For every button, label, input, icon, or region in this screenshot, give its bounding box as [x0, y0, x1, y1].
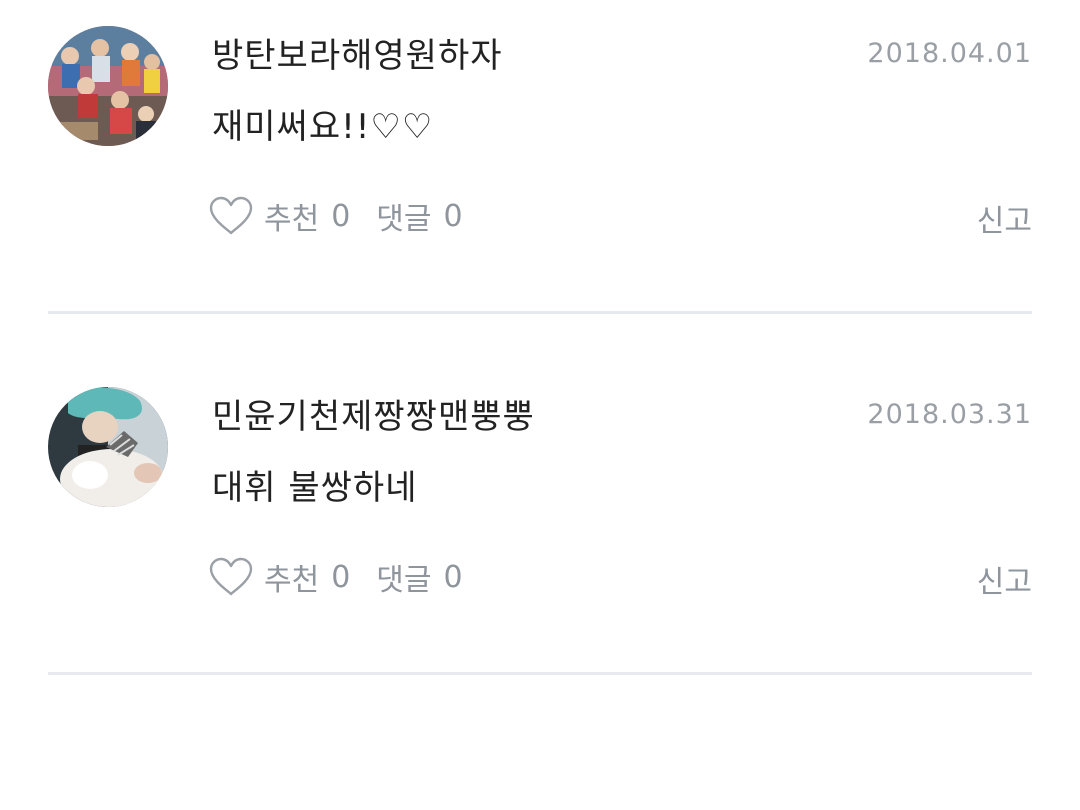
- report-button[interactable]: 신고: [977, 196, 1032, 240]
- comment-item: 민윤기천제짱짱맨뿡뿡 2018.03.31 대휘 불쌍하네 추천 0 댓글 0 …: [48, 361, 1032, 722]
- comment-item: 방탄보라해영원하자 2018.04.01 재미써요!!♡♡ 추천 0 댓글 0 …: [48, 0, 1032, 361]
- comment-author[interactable]: 방탄보라해영원하자: [212, 36, 503, 76]
- like-button[interactable]: 추천 0: [208, 194, 350, 238]
- divider: [48, 672, 1032, 675]
- comment-actions: 추천 0 댓글 0: [208, 192, 463, 240]
- reply-button[interactable]: 댓글 0: [376, 194, 462, 238]
- comment-actions: 추천 0 댓글 0: [208, 553, 463, 601]
- heart-outline-icon: [208, 556, 254, 598]
- like-count: 0: [331, 559, 351, 595]
- like-count: 0: [331, 198, 351, 234]
- heart-outline-icon: [208, 195, 254, 237]
- comment-text: 재미써요!!♡♡: [212, 107, 434, 147]
- comment-date: 2018.04.01: [867, 38, 1032, 69]
- reply-count: 0: [443, 559, 463, 595]
- profile-photo-avatar-image: [48, 387, 168, 507]
- reply-count: 0: [443, 198, 463, 234]
- like-button[interactable]: 추천 0: [208, 555, 350, 599]
- report-button[interactable]: 신고: [977, 557, 1032, 601]
- comment-author[interactable]: 민윤기천제짱짱맨뿡뿡: [212, 397, 535, 437]
- like-label: 추천: [264, 202, 320, 237]
- avatar[interactable]: [48, 26, 168, 146]
- comment-date: 2018.03.31: [867, 399, 1032, 430]
- reply-button[interactable]: 댓글 0: [376, 555, 462, 599]
- reply-label: 댓글: [376, 563, 432, 598]
- divider: [48, 311, 1032, 314]
- comment-text: 대휘 불쌍하네: [212, 468, 418, 508]
- avatar[interactable]: [48, 387, 168, 507]
- group-photo-avatar-image: [48, 26, 168, 146]
- reply-label: 댓글: [376, 202, 432, 237]
- like-label: 추천: [264, 563, 320, 598]
